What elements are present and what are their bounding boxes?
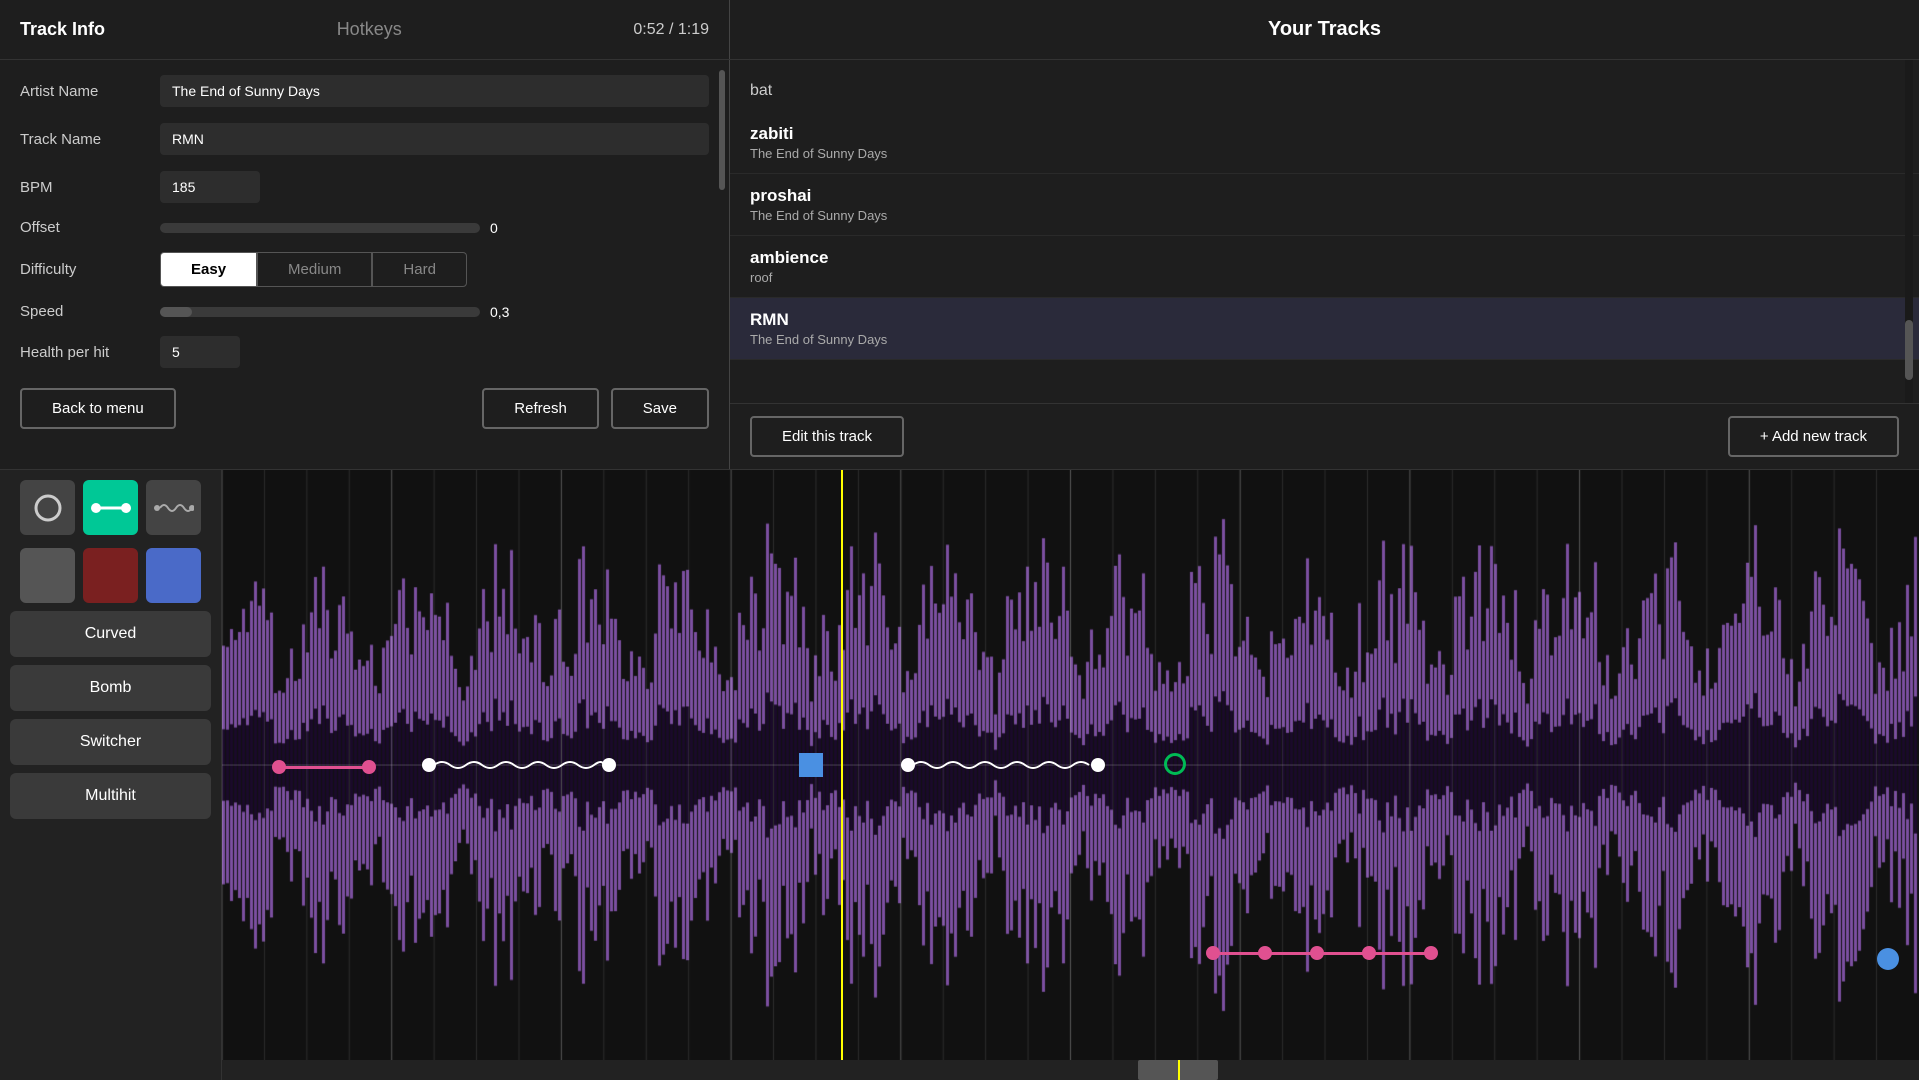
offset-slider[interactable] (160, 223, 480, 233)
note-white-wavy-2 (901, 757, 1105, 773)
switcher-button[interactable]: Switcher (10, 719, 211, 765)
note-blue-circle-right (1877, 948, 1899, 970)
artist-label: Artist Name (20, 83, 160, 100)
track-name-input[interactable] (160, 123, 709, 155)
tracks-scrollbar-thumb (1905, 320, 1913, 380)
track-name-bat: bat (750, 82, 772, 99)
track-artist-proshai: The End of Sunny Days (750, 208, 1899, 223)
difficulty-medium[interactable]: Medium (257, 252, 372, 287)
color-swatches-row (20, 548, 201, 603)
health-input[interactable] (160, 336, 240, 368)
difficulty-label: Difficulty (20, 261, 160, 278)
track-name-proshai: proshai (750, 186, 1899, 206)
speed-value: 0,3 (490, 304, 509, 320)
tab-track-info[interactable]: Track Info (20, 19, 105, 40)
tracks-scrollbar-track (1905, 60, 1913, 403)
health-label: Health per hit (20, 344, 160, 361)
tool-panel: Curved Bomb Switcher Multihit (0, 470, 222, 1080)
track-name-row: Track Name (20, 123, 709, 155)
save-button[interactable]: Save (611, 388, 709, 429)
right-header-title: Your Tracks (730, 0, 1919, 59)
color-swatch-red[interactable] (83, 548, 138, 603)
color-swatch-blue[interactable] (146, 548, 201, 603)
note-pink-slider-1 (272, 760, 376, 774)
back-to-menu-button[interactable]: Back to menu (20, 388, 176, 429)
artist-row: Artist Name (20, 75, 709, 107)
offset-row: Offset 0 (20, 219, 709, 236)
offset-control: 0 (160, 220, 510, 236)
offset-label: Offset (20, 219, 160, 236)
refresh-button[interactable]: Refresh (482, 388, 599, 429)
circle-note-tool[interactable] (20, 480, 75, 535)
track-item-rmn[interactable]: RMN The End of Sunny Days (730, 298, 1919, 360)
tool-icons-row (20, 480, 201, 535)
notes-layer (222, 470, 1919, 1060)
multihit-button[interactable]: Multihit (10, 773, 211, 819)
note-white-wavy-1 (422, 757, 616, 773)
offset-value: 0 (490, 220, 510, 236)
curved-button[interactable]: Curved (10, 611, 211, 657)
note-pink-slider-2 (1206, 946, 1438, 960)
timeline-area[interactable]: // Generate waveform bars procedurally (222, 470, 1919, 1080)
speed-label: Speed (20, 303, 160, 320)
tab-hotkeys[interactable]: Hotkeys (337, 19, 402, 40)
playhead (841, 470, 843, 1060)
tracks-list: bat zabiti The End of Sunny Days proshai… (730, 60, 1919, 403)
bpm-input[interactable] (160, 171, 260, 203)
difficulty-hard[interactable]: Hard (372, 252, 467, 287)
edit-track-button[interactable]: Edit this track (750, 416, 904, 457)
track-name-zabiti: zabiti (750, 124, 1899, 144)
editor-area: Curved Bomb Switcher Multihit // Generat… (0, 470, 1919, 1080)
track-name-rmn: RMN (750, 310, 1899, 330)
speed-control: 0,3 (160, 304, 509, 320)
tracks-action-buttons: Edit this track + Add new track (730, 403, 1919, 469)
track-item-bat[interactable]: bat (730, 70, 1919, 112)
track-artist-zabiti: The End of Sunny Days (750, 146, 1899, 161)
add-new-track-button[interactable]: + Add new track (1728, 416, 1899, 457)
speed-slider[interactable] (160, 307, 480, 317)
bpm-row: BPM (20, 171, 709, 203)
track-artist-rmn: The End of Sunny Days (750, 332, 1899, 347)
top-bar: Track Info Hotkeys 0:52 / 1:19 Your Trac… (0, 0, 1919, 60)
track-item-ambience[interactable]: ambience roof (730, 236, 1919, 298)
track-item-proshai[interactable]: proshai The End of Sunny Days (730, 174, 1919, 236)
track-artist-ambience: roof (750, 270, 1899, 285)
note-green-circle (1164, 753, 1186, 775)
difficulty-easy[interactable]: Easy (160, 252, 257, 287)
slider-note-tool[interactable] (83, 480, 138, 535)
timer-display: 0:52 / 1:19 (633, 21, 709, 39)
track-name-ambience: ambience (750, 248, 1899, 268)
track-item-zabiti[interactable]: zabiti The End of Sunny Days (730, 112, 1919, 174)
difficulty-row: Difficulty Easy Medium Hard (20, 252, 709, 287)
scrollbar-thumb (719, 70, 725, 190)
color-swatch-gray[interactable] (20, 548, 75, 603)
difficulty-group: Easy Medium Hard (160, 252, 467, 287)
note-blue-circle (799, 753, 823, 777)
artist-input[interactable] (160, 75, 709, 107)
bomb-button[interactable]: Bomb (10, 665, 211, 711)
bpm-label: BPM (20, 179, 160, 196)
action-buttons: Back to menu Refresh Save (20, 388, 709, 429)
speed-row: Speed 0,3 (20, 303, 709, 320)
left-header: Track Info Hotkeys 0:52 / 1:19 (0, 0, 730, 59)
health-row: Health per hit (20, 336, 709, 368)
wavy-note-tool[interactable] (146, 480, 201, 535)
your-tracks-title: Your Tracks (1268, 18, 1381, 41)
track-info-panel: Artist Name Track Name BPM Offset 0 Diff (0, 60, 730, 469)
tracks-panel: bat zabiti The End of Sunny Days proshai… (730, 60, 1919, 469)
main-area: Artist Name Track Name BPM Offset 0 Diff (0, 60, 1919, 470)
track-name-label: Track Name (20, 131, 160, 148)
